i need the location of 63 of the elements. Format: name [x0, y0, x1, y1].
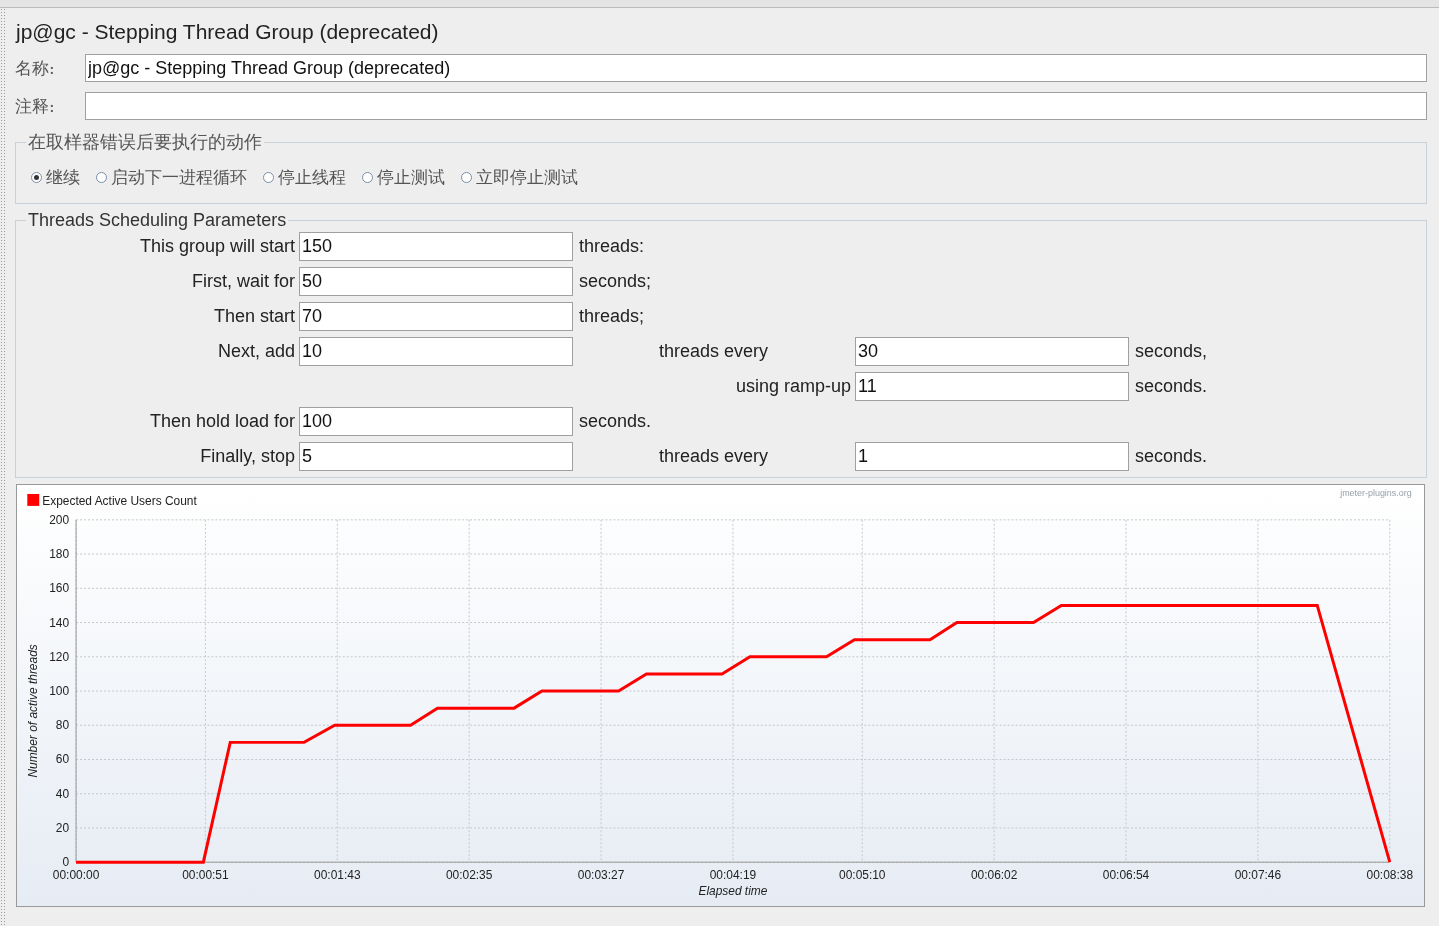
unit-label: seconds. — [578, 411, 653, 432]
radio-option[interactable]: 继续 — [31, 166, 80, 189]
input-field[interactable]: 30 — [855, 337, 1129, 366]
unit-label: seconds; — [578, 271, 653, 292]
input-field[interactable]: 70 — [299, 302, 573, 331]
field-label: Next, add — [217, 341, 296, 362]
field-label: 名称: — [15, 56, 56, 80]
y-tick-label: 60 — [55, 752, 70, 767]
field-label: 注释: — [15, 94, 56, 118]
x-tick-label: 00:04:19 — [709, 868, 757, 883]
x-tick-label: 00:07:46 — [1234, 868, 1282, 883]
x-tick-label: 00:05:10 — [839, 868, 886, 883]
y-tick-label: 140 — [49, 615, 70, 630]
radio-option[interactable]: 立即停止测试 — [461, 166, 578, 189]
field-label: Then hold load for — [149, 411, 296, 432]
field-label: Finally, stop — [200, 446, 296, 467]
input-field[interactable]: 100 — [299, 407, 573, 436]
field-label: threads every — [659, 341, 769, 362]
y-tick-label: 80 — [55, 718, 70, 733]
y-tick-label: 100 — [49, 684, 70, 698]
x-tick-label: 00:08:38 — [1366, 868, 1414, 883]
y-tick-label: 160 — [49, 581, 70, 596]
y-tick-label: 40 — [55, 786, 70, 801]
field-label: threads every — [659, 446, 769, 467]
y-axis-title: Number of active threads — [26, 644, 41, 778]
input-field[interactable]: 150 — [299, 232, 573, 261]
y-tick-label: 180 — [49, 547, 70, 562]
unit-label: seconds, — [1134, 341, 1209, 362]
radio-option[interactable]: 停止线程 — [263, 166, 346, 189]
field-label: This group will start — [139, 236, 296, 257]
input-field[interactable] — [85, 92, 1427, 120]
group-title: Threads Scheduling Parameters — [27, 210, 288, 231]
input-field[interactable]: jp@gc - Stepping Thread Group (deprecated) — [85, 54, 1427, 82]
field-label: Then start — [213, 306, 296, 327]
field-label: First, wait for — [192, 271, 296, 292]
x-tick-label: 00:00:00 — [52, 868, 100, 883]
input-field[interactable]: 50 — [299, 267, 573, 296]
input-field[interactable]: 10 — [299, 337, 573, 366]
unit-label: threads; — [578, 306, 646, 327]
x-tick-label: 00:00:51 — [182, 868, 229, 883]
radio-option[interactable]: 启动下一进程循环 — [96, 166, 247, 189]
credit-text: jmeter-plugins.org — [1340, 487, 1412, 498]
x-tick-label: 00:02:35 — [445, 868, 493, 883]
input-field[interactable]: 5 — [299, 442, 573, 471]
input-field[interactable]: 1 — [855, 442, 1129, 471]
group-title: 在取样器错误后要执行的动作 — [27, 130, 263, 154]
x-axis-title: Elapsed time — [698, 884, 768, 899]
y-tick-label: 200 — [49, 512, 70, 527]
y-tick-label: 20 — [55, 820, 70, 835]
x-tick-label: 00:03:27 — [577, 868, 625, 883]
x-tick-label: 00:06:02 — [970, 868, 1018, 883]
unit-label: threads: — [578, 236, 646, 257]
field-label: using ramp-up — [735, 376, 852, 397]
x-tick-label: 00:06:54 — [1102, 868, 1150, 883]
x-tick-label: 00:01:43 — [314, 868, 361, 883]
unit-label: seconds. — [1134, 376, 1209, 397]
y-tick-label: 0 — [62, 855, 70, 870]
y-tick-label: 120 — [49, 649, 70, 664]
radio-option[interactable]: 停止测试 — [362, 166, 445, 189]
unit-label: seconds. — [1134, 446, 1209, 467]
panel-title: jp@gc - Stepping Thread Group (deprecated) — [16, 20, 440, 44]
legend-label: Expected Active Users Count — [42, 493, 197, 508]
input-field[interactable]: 11 — [855, 372, 1129, 401]
